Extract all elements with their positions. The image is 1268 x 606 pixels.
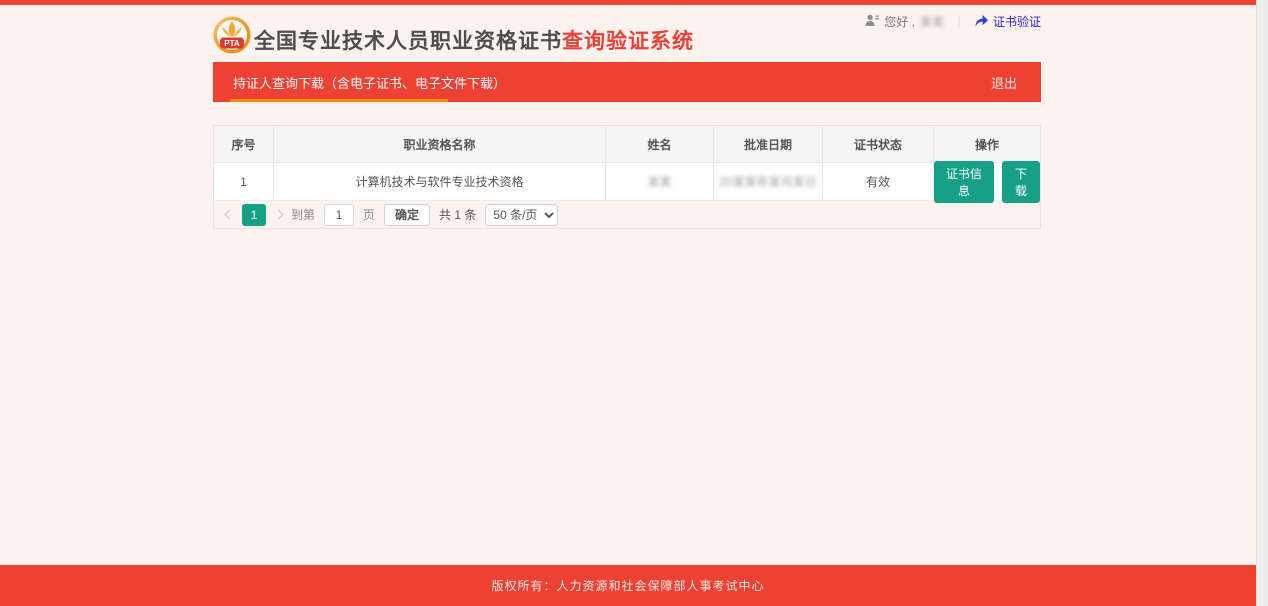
next-page-icon[interactable] [274,210,284,220]
top-red-strip [0,0,1256,5]
header-index: 序号 [214,126,274,163]
page-title: 全国专业技术人员职业资格证书查询验证系统 [254,25,694,55]
goto-page-input[interactable] [324,204,354,226]
user-icon [865,14,879,30]
tab-holder-query-download[interactable]: 持证人查询下载（含电子证书、电子文件下载） [213,62,526,102]
header-actions: 操作 [934,126,1040,163]
user-name-redacted: 某某 [920,13,944,30]
cell-actions: 证书信息 下载 [934,163,1040,201]
logout-button[interactable]: 退出 [967,73,1041,92]
share-arrow-icon [974,14,989,30]
cell-approval-date-redacted: 20某某年某月某日 [714,163,823,201]
page-footer: 版权所有：人力资源和社会保障部人事考试中心 [0,565,1256,606]
header-qualification: 职业资格名称 [274,126,606,163]
total-count-label: 共 1 条 [439,206,476,223]
page-scrollbar[interactable] [1256,0,1268,606]
cell-status: 有效 [823,163,934,201]
page-number-button[interactable]: 1 [242,204,266,226]
prev-page-icon[interactable] [225,210,235,220]
greeting-text: 您好 , [884,13,915,30]
pagination-bar: 1 到第 页 确定 共 1 条 50 条/页 [214,201,1040,228]
cell-name-redacted: 某某 [606,163,714,201]
table-row: 1 计算机技术与软件专业技术资格 某某 20某某年某月某日 有效 证书信息 下载 [214,163,1040,201]
header-name: 姓名 [606,126,714,163]
user-bar: 您好 , 某某 ｜ 证书验证 [865,13,1041,30]
confirm-button[interactable]: 确定 [384,204,430,226]
certificate-info-button[interactable]: 证书信息 [934,161,994,203]
page-unit-label: 页 [363,206,375,223]
copyright-text: 版权所有：人力资源和社会保障部人事考试中心 [491,577,764,594]
table-header-row: 序号 职业资格名称 姓名 批准日期 证书状态 操作 [214,126,1040,163]
goto-label: 到第 [291,206,315,223]
header-approval-date: 批准日期 [714,126,823,163]
active-tab-underline [230,99,448,102]
cell-qualification: 计算机技术与软件专业技术资格 [274,163,606,201]
verify-link-label: 证书验证 [993,13,1041,30]
pta-logo: PTA [213,16,251,54]
download-button[interactable]: 下载 [1002,161,1040,203]
header-status: 证书状态 [823,126,934,163]
cell-index: 1 [214,163,274,201]
logo-pta-text: PTA [224,39,240,48]
title-main: 全国专业技术人员职业资格证书 [254,30,562,53]
tab-label: 持证人查询下载（含电子证书、电子文件下载） [233,73,506,92]
page-size-select[interactable]: 50 条/页 [485,204,558,226]
title-accent: 查询验证系统 [562,30,694,53]
main-nav-bar: 持证人查询下载（含电子证书、电子文件下载） 退出 [213,62,1041,102]
certificate-verify-link[interactable]: 证书验证 [974,13,1041,30]
separator: ｜ [953,13,965,30]
results-table: 序号 职业资格名称 姓名 批准日期 证书状态 操作 1 计算机技术与软件专业技术… [213,125,1041,229]
